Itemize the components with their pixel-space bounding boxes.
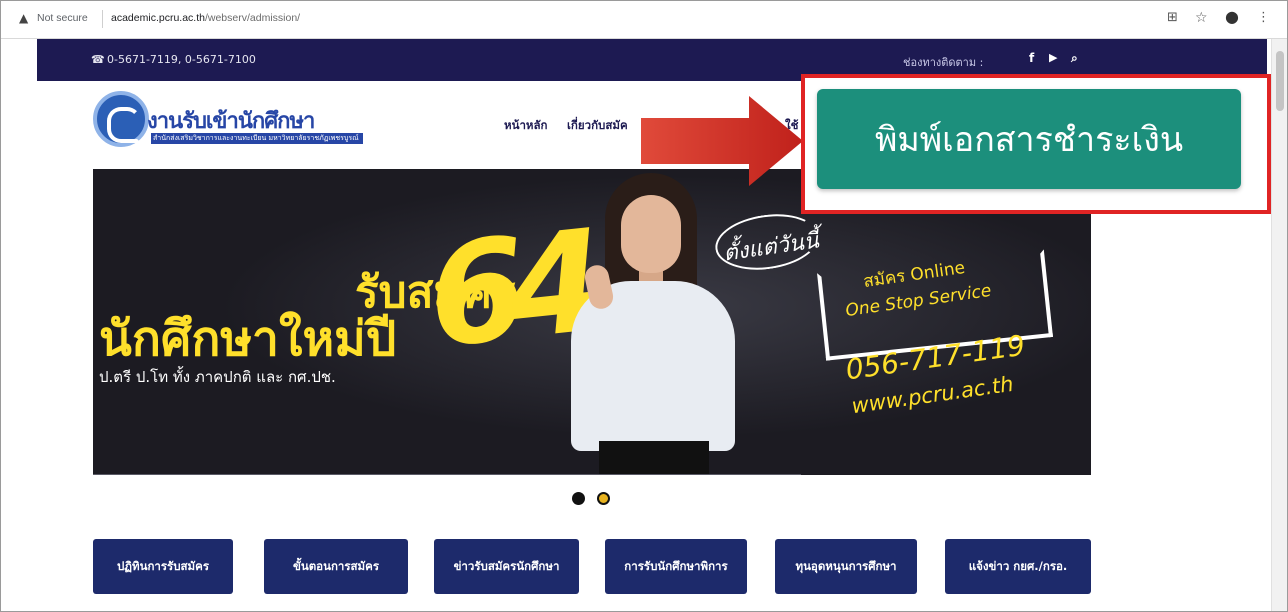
quick-link-label: ปฏิทินการรับสมัคร	[116, 558, 209, 573]
student-skirt	[599, 441, 709, 475]
banner-divider	[93, 474, 801, 475]
youtube-icon[interactable]: ▶	[1049, 51, 1057, 64]
menu-icon[interactable]: ⋮	[1257, 10, 1270, 25]
quick-link-label: ข่าวรับสมัครนักศึกษา	[453, 558, 560, 573]
site-logo[interactable]: งานรับเข้านักศึกษา สำนักส่งเสริมวิชาการแ…	[93, 89, 363, 155]
nav-apply[interactable]: เกี่ยวกับสมัค	[567, 117, 628, 135]
security-warning[interactable]: Not secure	[37, 12, 88, 24]
print-payment-label: พิมพ์เอกสารชำระเงิน	[874, 121, 1184, 159]
quick-link-label: การรับนักศึกษาพิการ	[624, 558, 728, 573]
url-host: academic.pcru.ac.th	[111, 12, 205, 24]
search-icon[interactable]: ⌕	[1071, 51, 1078, 66]
admission-banner[interactable]: รับสมัคร นักศึกษาใหม่ปี 64 ป.ตรี ป.โท ทั…	[93, 169, 1091, 475]
translate-icon[interactable]: ⊞	[1167, 10, 1178, 25]
quick-link-steps[interactable]: ขั้นตอนการสมัคร	[264, 539, 408, 594]
address-separator	[102, 10, 103, 28]
nav-home[interactable]: หน้าหลัก	[504, 117, 548, 135]
logo-subtitle: สำนักส่งเสริมวิชาการและงานทะเบียน มหาวิท…	[153, 134, 359, 142]
print-payment-button[interactable]: พิมพ์เอกสารชำระเงิน	[817, 89, 1241, 189]
scrollbar-thumb[interactable]	[1276, 51, 1284, 111]
quick-link-calendar[interactable]: ปฏิทินการรับสมัคร	[93, 539, 233, 594]
logo-subtitle-bar: สำนักส่งเสริมวิชาการและงานทะเบียน มหาวิท…	[151, 133, 363, 144]
banner-degree-text: ป.ตรี ป.โท ทั้ง ภาคปกติ และ กศ.ปช.	[99, 368, 336, 386]
carousel-dot-2[interactable]	[597, 492, 610, 505]
arrow-annotation-icon	[641, 96, 803, 186]
star-icon[interactable]: ☆	[1195, 10, 1208, 26]
student-face	[621, 195, 681, 273]
facebook-icon[interactable]: f	[1029, 51, 1034, 65]
warning-icon: ▲	[19, 11, 29, 25]
quick-link-label: ทุนอุดหนุนการศึกษา	[795, 558, 897, 573]
url-path: /webserv/admission/	[204, 12, 301, 24]
contact-phone: 0-5671-7119, 0-5671-7100	[107, 53, 256, 66]
quick-link-label: แจ้งข่าว กยศ./กรอ.	[968, 558, 1068, 573]
quick-link-disabled-students[interactable]: การรับนักศึกษาพิการ	[605, 539, 747, 594]
logo-emblem	[93, 91, 149, 147]
quick-link-news[interactable]: ข่าวรับสมัครนักศึกษา	[434, 539, 579, 594]
browser-address-bar: ▲ Not secure academic.pcru.ac.th/webserv…	[1, 1, 1287, 39]
url-field[interactable]: academic.pcru.ac.th/webserv/admission/	[111, 12, 300, 24]
student-photo	[563, 169, 743, 475]
phone-icon: ☎	[91, 53, 105, 66]
account-icon[interactable]: ●	[1225, 7, 1239, 26]
quick-link-label: ขั้นตอนการสมัคร	[292, 558, 380, 573]
follow-label: ช่องทางติดตาม :	[903, 56, 984, 69]
quick-link-scholarship[interactable]: ทุนอุดหนุนการศึกษา	[775, 539, 917, 594]
page-scrollbar[interactable]	[1271, 39, 1287, 611]
quick-link-student-loan[interactable]: แจ้งข่าว กยศ./กรอ.	[945, 539, 1091, 594]
screenshot-frame: ▲ Not secure academic.pcru.ac.th/webserv…	[0, 0, 1288, 612]
carousel-dot-1[interactable]	[572, 492, 585, 505]
